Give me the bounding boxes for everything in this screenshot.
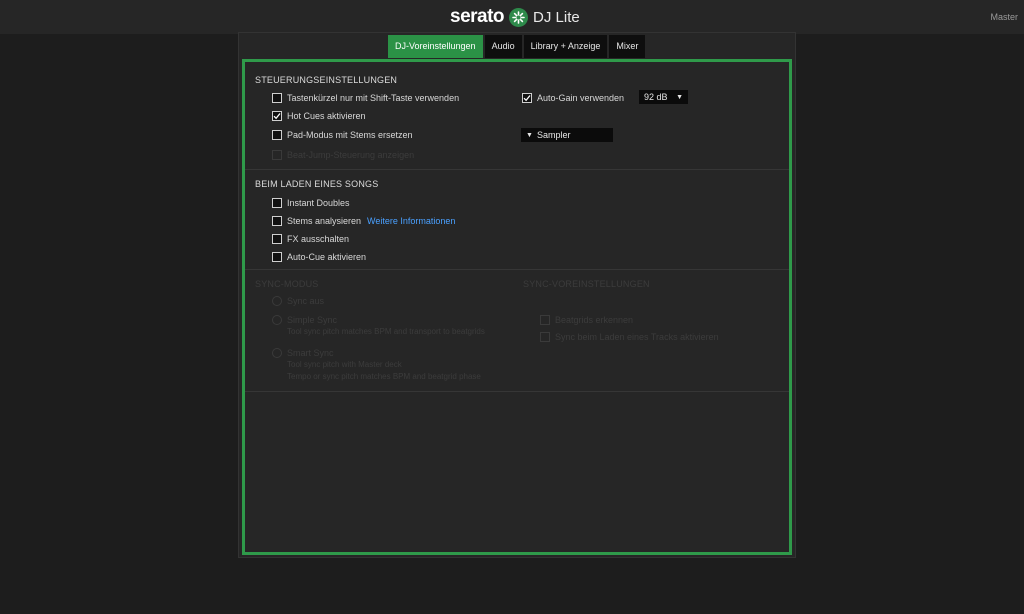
sync-pref-2-option: Sync beim Laden eines Tracks aktivieren	[540, 330, 719, 344]
shift-shortcut-option[interactable]: Tastenkürzel nur mit Shift-Taste verwend…	[272, 91, 459, 105]
tab-audio[interactable]: Audio	[484, 35, 522, 58]
sync-off-label: Sync aus	[287, 296, 325, 306]
shift-shortcut-checkbox[interactable]	[272, 93, 282, 103]
sync-pref-2-label: Sync beim Laden eines Tracks aktivieren	[555, 332, 719, 342]
master-label: Master	[990, 12, 1018, 22]
checkmark-icon	[273, 113, 281, 120]
tab-dj-voreinstellungen[interactable]: DJ-Voreinstellungen	[388, 35, 483, 58]
instant-doubles-checkbox[interactable]	[272, 198, 282, 208]
pad-mode-checkbox[interactable]	[272, 130, 282, 140]
dropdown-arrow-icon: ▼	[526, 131, 533, 139]
simple-sync-option: Simple Sync	[272, 313, 337, 327]
smart-sync-description-1: Tool sync pitch with Master deck	[287, 360, 402, 369]
sync-pref-1-option: Beatgrids erkennen	[540, 313, 633, 327]
serato-logo: serato DJ Lite	[450, 6, 580, 28]
smart-sync-description-2: Tempo or sync pitch matches BPM and beat…	[287, 372, 481, 381]
simple-sync-label: Simple Sync	[287, 315, 338, 325]
sync-pref-1-checkbox	[540, 315, 550, 325]
hot-cues-checkbox[interactable]	[272, 111, 282, 121]
auto-gain-checkbox[interactable]	[522, 93, 532, 103]
auto-gain-label: Auto-Gain verwenden	[537, 93, 625, 103]
dropdown-arrow-icon: ▼	[676, 93, 683, 101]
auto-gain-db-select[interactable]: 92 dB ▼	[639, 90, 688, 104]
pad-mode-value: Sampler	[536, 130, 571, 140]
tab-library-anzeige[interactable]: Library + Anzeige	[523, 35, 608, 58]
sync-prefs-title: SYNC-VOREINSTELLUNGEN	[523, 279, 650, 289]
auto-gain-option[interactable]: Auto-Gain verwenden	[522, 91, 624, 105]
pad-mode-select[interactable]: ▼ Sampler	[521, 128, 613, 142]
stems-analyze-option[interactable]: Stems analysieren Weitere Informationen	[272, 214, 455, 228]
brand-name: serato	[450, 6, 505, 27]
hot-cues-label: Hot Cues aktivieren	[287, 111, 366, 121]
checkmark-icon	[523, 95, 531, 102]
instant-doubles-label: Instant Doubles	[287, 198, 350, 208]
auto-cue-option[interactable]: Auto-Cue aktivieren	[272, 250, 366, 264]
tab-mixer[interactable]: Mixer	[609, 35, 646, 58]
section-laden: BEIM LADEN EINES SONGS Instant Doubles S…	[245, 169, 789, 270]
sync-pref-2-checkbox	[540, 332, 550, 342]
disabled-checkbox	[272, 150, 282, 160]
settings-tabs: DJ-Voreinstellungen Audio Library + Anze…	[388, 35, 646, 58]
fx-off-option[interactable]: FX ausschalten	[272, 232, 349, 246]
section-title: BEIM LADEN EINES SONGS	[255, 179, 379, 189]
pad-mode-label: Pad-Modus mit Stems ersetzen	[287, 130, 413, 140]
sync-off-radio	[272, 296, 282, 306]
auto-cue-label: Auto-Cue aktivieren	[287, 252, 367, 262]
more-info-link[interactable]: Weitere Informationen	[367, 216, 455, 226]
pad-mode-option[interactable]: Pad-Modus mit Stems ersetzen	[272, 128, 413, 142]
section-title: STEUERUNGSEINSTELLUNGEN	[255, 75, 398, 85]
stems-analyze-checkbox[interactable]	[272, 216, 282, 226]
stems-analyze-label: Stems analysieren	[287, 216, 362, 226]
section-title: SYNC-MODUS	[255, 279, 319, 289]
dj-preferences-content: STEUERUNGSEINSTELLUNGEN Tastenkürzel nur…	[242, 59, 792, 555]
smart-sync-option: Smart Sync	[272, 346, 334, 360]
shift-shortcut-label: Tastenkürzel nur mit Shift-Taste verwend…	[287, 93, 460, 103]
simple-sync-description: Tool sync pitch matches BPM and transpor…	[287, 327, 485, 336]
sync-pref-1-label: Beatgrids erkennen	[555, 315, 634, 325]
disabled-option: Beat-Jump-Steuerung anzeigen	[272, 148, 414, 162]
smart-sync-label: Smart Sync	[287, 348, 334, 358]
auto-cue-checkbox[interactable]	[272, 252, 282, 262]
disabled-option-label: Beat-Jump-Steuerung anzeigen	[287, 150, 415, 160]
simple-sync-radio	[272, 315, 282, 325]
serato-logo-icon	[509, 7, 529, 27]
sync-off-option: Sync aus	[272, 294, 324, 308]
title-bar: serato DJ Lite Master	[0, 0, 1024, 34]
smart-sync-radio	[272, 348, 282, 358]
hot-cues-option[interactable]: Hot Cues aktivieren	[272, 109, 366, 123]
instant-doubles-option[interactable]: Instant Doubles	[272, 196, 350, 210]
fx-off-checkbox[interactable]	[272, 234, 282, 244]
section-steuerung: STEUERUNGSEINSTELLUNGEN Tastenkürzel nur…	[245, 62, 789, 170]
auto-gain-db-value: 92 dB	[644, 92, 668, 102]
product-name: DJ Lite	[533, 8, 580, 26]
fx-off-label: FX ausschalten	[287, 234, 350, 244]
section-sync: SYNC-MODUS Sync aus Simple Sync Tool syn…	[245, 269, 789, 392]
